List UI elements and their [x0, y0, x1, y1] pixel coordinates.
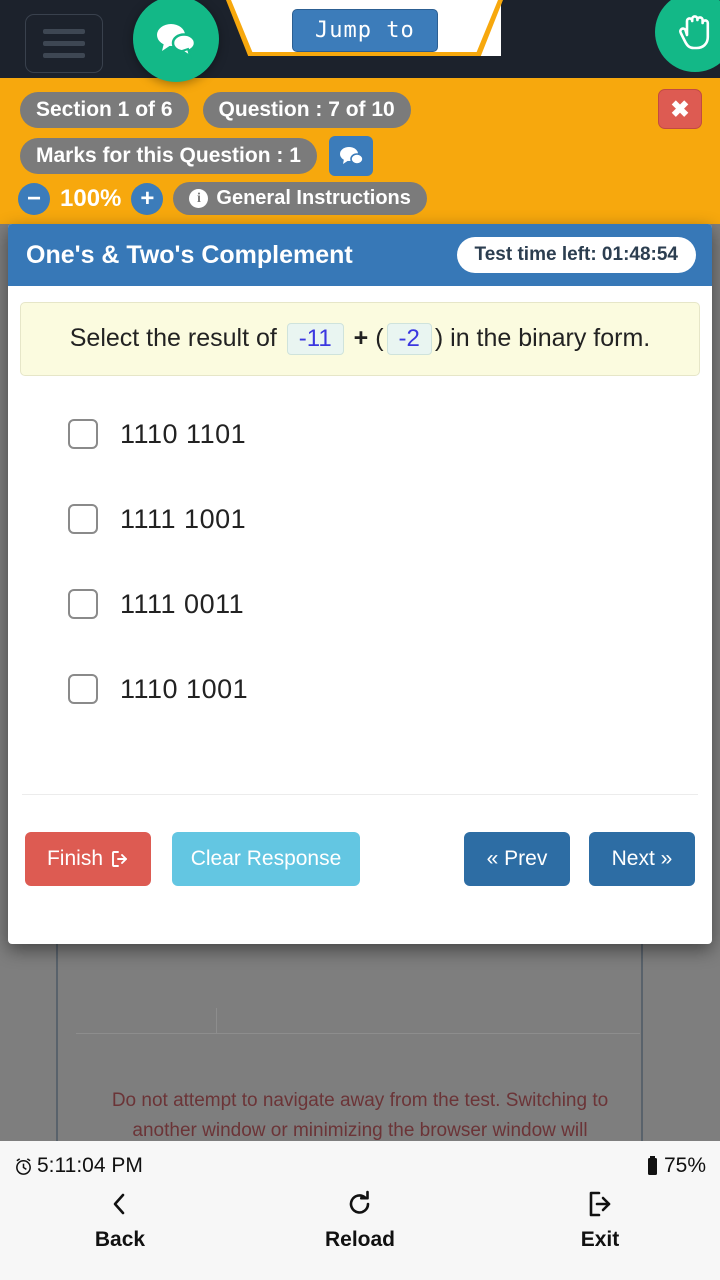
question-modal-card: One's & Two's Complement Test time left:…	[8, 224, 712, 944]
action-group-left: Finish Clear Response	[25, 832, 360, 886]
battery-percent: 75%	[663, 1154, 706, 1177]
clock-display: 5:11:04 PM	[14, 1154, 143, 1178]
exam-info-bar: Section 1 of 6 Question : 7 of 10 Marks …	[0, 72, 720, 224]
answer-options-list: 1110 1101 1111 1001 1111 0011 1110 1001	[8, 412, 712, 711]
jump-to-button[interactable]: Jump to	[292, 9, 438, 52]
finish-label: Finish	[46, 847, 104, 870]
info-row-primary: Section 1 of 6 Question : 7 of 10	[20, 92, 411, 128]
close-icon[interactable]: ✖	[658, 89, 702, 129]
refresh-icon	[349, 1190, 370, 1214]
battery-icon	[647, 1156, 657, 1175]
option-checkbox[interactable]	[68, 419, 98, 449]
question-open-paren: (	[375, 324, 384, 352]
card-header: One's & Two's Complement Test time left:…	[8, 224, 712, 286]
card-divider	[22, 794, 698, 795]
info-icon: i	[189, 189, 209, 208]
alarm-clock-icon	[16, 1157, 31, 1175]
info-row-marks: Marks for this Question : 1	[20, 136, 373, 176]
zoom-in-button[interactable]: +	[131, 182, 164, 215]
clear-response-button[interactable]: Clear Response	[172, 832, 360, 886]
current-time: 5:11:04 PM	[37, 1154, 143, 1177]
bottom-navigation-bar: 5:11:04 PM 75% Back Reload Exit	[0, 1141, 720, 1280]
background-horizontal-rule	[76, 1033, 640, 1034]
question-suffix: in the binary form.	[450, 324, 651, 352]
test-timer: Test time left: 01:48:54	[456, 237, 696, 273]
list-item[interactable]: 1111 1001	[68, 497, 712, 541]
nav-exit-label: Exit	[580, 1228, 620, 1251]
question-close-paren: )	[434, 324, 444, 352]
nav-reload-button[interactable]: Reload	[240, 1189, 480, 1252]
question-indicator: Question : 7 of 10	[202, 92, 411, 128]
hamburger-menu-icon[interactable]	[25, 14, 103, 73]
question-operator: +	[353, 324, 369, 352]
question-prefix: Select the result of	[69, 324, 277, 352]
question-value-1: -11	[286, 323, 344, 355]
nav-reload-label: Reload	[324, 1228, 395, 1251]
nav-exit-button[interactable]: Exit	[480, 1189, 720, 1252]
zoom-level-label: 100%	[60, 184, 122, 212]
nav-back-button[interactable]: Back	[0, 1189, 240, 1252]
section-indicator: Section 1 of 6	[20, 92, 189, 128]
battery-display: 75%	[646, 1154, 706, 1178]
nav-button-row: Back Reload Exit	[0, 1189, 720, 1252]
zoom-out-button[interactable]: −	[18, 182, 50, 215]
general-instructions-button[interactable]: i General Instructions	[173, 182, 427, 215]
option-checkbox[interactable]	[68, 589, 98, 619]
next-button[interactable]: Next »	[589, 832, 695, 886]
option-checkbox[interactable]	[68, 504, 98, 534]
nav-back-label: Back	[94, 1228, 146, 1251]
finish-button[interactable]: Finish	[25, 832, 151, 886]
option-label: 1110 1101	[120, 418, 247, 449]
option-checkbox[interactable]	[68, 674, 98, 704]
general-instructions-label: General Instructions	[216, 187, 411, 209]
list-item[interactable]: 1110 1001	[68, 667, 712, 711]
topic-title: One's & Two's Complement	[26, 240, 353, 269]
prev-button[interactable]: « Prev	[464, 832, 570, 886]
question-value-2: -2	[386, 323, 432, 355]
question-text: Select the result of -11 + (-2) in the b…	[20, 302, 700, 376]
exit-arrow-icon	[112, 851, 127, 867]
chevron-left-icon	[113, 1193, 125, 1215]
status-row: 5:11:04 PM 75%	[0, 1149, 720, 1183]
marks-indicator: Marks for this Question : 1	[20, 138, 317, 174]
option-label: 1110 1001	[120, 673, 249, 704]
list-item[interactable]: 1111 0011	[68, 582, 712, 626]
list-item[interactable]: 1110 1101	[68, 412, 712, 456]
info-row-zoom: − 100% + i General Instructions	[18, 182, 427, 215]
chat-bubble-icon[interactable]	[328, 136, 373, 176]
background-divider-inner	[216, 1008, 217, 1034]
option-label: 1111 0011	[120, 588, 245, 619]
action-group-right: « Prev Next »	[464, 832, 695, 886]
chat-bubbles-icon[interactable]	[133, 0, 219, 82]
exit-icon	[589, 1191, 611, 1217]
option-label: 1111 1001	[120, 503, 247, 534]
